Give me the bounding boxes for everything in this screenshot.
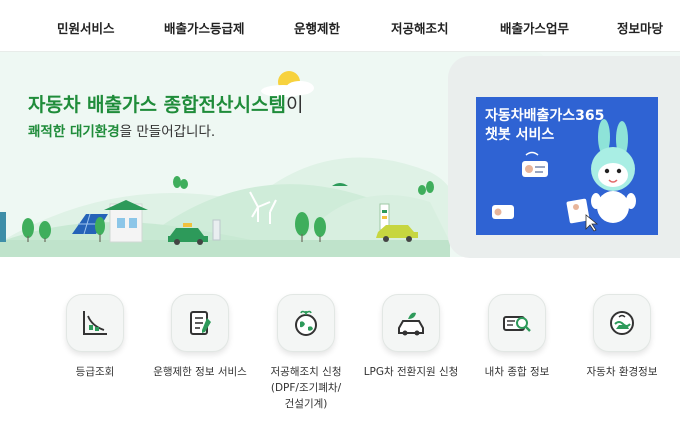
chatbot-mascot-illustration bbox=[492, 119, 636, 232]
quick-menu-my-car-info[interactable]: 내차 종합 정보 bbox=[462, 294, 572, 380]
quick-menu-label: 등급조회 bbox=[75, 366, 115, 378]
rabbit-mascot-icon bbox=[591, 119, 636, 223]
quick-menu-driving-restriction-info[interactable]: 운행제한 정보 서비스 bbox=[145, 294, 255, 380]
quick-menu-vehicle-environment-info[interactable]: 자동차 환경정보 bbox=[567, 294, 677, 380]
hero-subtitle: 쾌적한 대기환경을 만들어갑니다. bbox=[28, 124, 216, 140]
quick-menu-grade-lookup[interactable]: 등급조회 bbox=[40, 294, 150, 380]
earth-sprout-icon bbox=[277, 294, 335, 352]
eco-globe-icon bbox=[593, 294, 651, 352]
car-magnifier-icon bbox=[488, 294, 546, 352]
quick-menu-low-emission-application[interactable]: 저공해조치 신청 (DPF/조기폐차/ 건설기계) bbox=[251, 294, 361, 412]
quick-menu-label: 자동차 환경정보 bbox=[586, 366, 658, 378]
quick-menu-label: 내차 종합 정보 bbox=[484, 366, 550, 378]
quick-menu-label: LPG차 전환지원 신청 bbox=[363, 366, 459, 378]
quick-menu-label: 저공해조치 신청 (DPF/조기폐차/ 건설기계) bbox=[270, 366, 342, 410]
document-pen-icon bbox=[171, 294, 229, 352]
chat-bubble-icon bbox=[492, 161, 548, 219]
nav-item-emission-grade[interactable]: 배출가스등급제 bbox=[164, 18, 245, 37]
chatbot-service-banner[interactable]: 자동차배출가스365 챗봇 서비스 bbox=[476, 97, 658, 235]
car-leaf-icon bbox=[382, 294, 440, 352]
nav-item-driving-restriction[interactable]: 운행제한 bbox=[294, 18, 340, 37]
quick-menu-lpg-conversion[interactable]: LPG차 전환지원 신청 bbox=[356, 294, 466, 380]
cursor-icon bbox=[585, 214, 599, 232]
nav-item-emission-work[interactable]: 배출가스업무 bbox=[500, 18, 569, 37]
nav-item-civil-service[interactable]: 민원서비스 bbox=[57, 18, 115, 37]
quick-menu-label: 운행제한 정보 서비스 bbox=[153, 366, 247, 378]
nav-item-info-plaza[interactable]: 정보마당 bbox=[617, 18, 663, 37]
top-navigation: 민원서비스 배출가스등급제 운행제한 저공해조치 배출가스업무 정보마당 bbox=[0, 0, 680, 52]
grade-chart-icon bbox=[66, 294, 124, 352]
hero-title: 자동차 배출가스 종합전산시스템이 bbox=[28, 94, 304, 116]
nav-item-low-emission-measures[interactable]: 저공해조치 bbox=[391, 18, 449, 37]
